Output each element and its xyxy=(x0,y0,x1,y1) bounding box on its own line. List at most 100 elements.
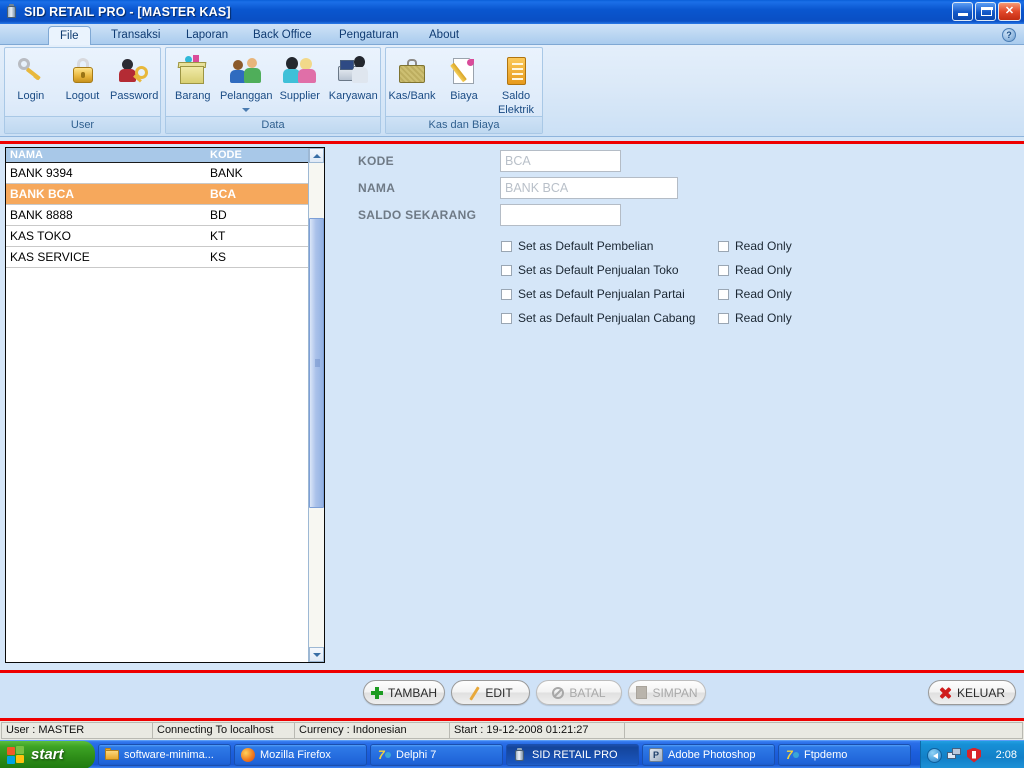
app-icon xyxy=(4,4,20,20)
nama-field[interactable]: BANK BCA xyxy=(500,177,678,199)
tambah-button-label: TAMBAH xyxy=(387,685,438,700)
checkbox-label-readonly-penjualan-cabang: Read Only xyxy=(735,311,792,325)
checkbox-label-default-pembelian: Set as Default Pembelian xyxy=(518,239,654,253)
tambah-button[interactable]: TAMBAH xyxy=(363,680,445,705)
batal-button-label: BATAL xyxy=(569,685,606,700)
restore-button[interactable] xyxy=(975,2,996,21)
label-kode: KODE xyxy=(358,154,394,168)
checkbox-readonly-penjualan-toko[interactable] xyxy=(718,264,729,276)
security-shield-icon[interactable] xyxy=(967,747,981,763)
taskbar-item-software-minima[interactable]: software-minima... xyxy=(98,743,231,766)
keluar-button[interactable]: KELUAR xyxy=(928,680,1016,705)
app-icon xyxy=(513,747,527,762)
tab-back-office[interactable]: Back Office xyxy=(242,26,323,45)
column-header-nama[interactable]: NAMA xyxy=(6,148,206,162)
chevron-down-icon xyxy=(312,652,321,657)
taskbar-clock[interactable]: 2:08 xyxy=(996,749,1017,761)
table-row[interactable]: BANK BCA BCA xyxy=(6,184,324,205)
saldo-sekarang-field[interactable] xyxy=(500,204,621,226)
list-scrollbar[interactable] xyxy=(308,148,324,662)
kode-field[interactable]: BCA xyxy=(500,150,621,172)
minimize-button[interactable] xyxy=(952,2,973,21)
column-header-kode[interactable]: KODE xyxy=(206,148,309,162)
batal-button[interactable]: BATAL xyxy=(536,680,622,705)
checkbox-row-default-pembelian: Set as Default Pembelian xyxy=(501,239,653,253)
taskbar-item-delphi-7[interactable]: 7 Delphi 7 xyxy=(370,743,503,766)
employee-icon xyxy=(327,53,381,89)
taskbar-item-adobe-photoshop[interactable]: P Adobe Photoshop xyxy=(642,743,775,766)
help-icon[interactable]: ? xyxy=(1002,28,1016,42)
ribbon-button-biaya[interactable]: Biaya xyxy=(438,50,490,103)
scrollbar-thumb[interactable] xyxy=(309,218,324,508)
checkbox-default-penjualan-partai[interactable] xyxy=(501,288,512,300)
status-user: User : MASTER xyxy=(1,722,153,739)
checkbox-default-penjualan-toko[interactable] xyxy=(501,264,512,276)
scroll-down-button[interactable] xyxy=(309,647,324,662)
simpan-button[interactable]: SIMPAN xyxy=(628,680,706,705)
ribbon-group-title-kas-dan-biaya: Kas dan Biaya xyxy=(386,116,542,133)
ribbon-toolbar: Login Logout Password User Barang Pelang… xyxy=(0,45,1024,137)
table-row[interactable]: BANK 8888 BD xyxy=(6,205,324,226)
tab-pengaturan[interactable]: Pengaturan xyxy=(328,26,409,45)
cell-kode: BCA xyxy=(210,187,236,201)
tab-transaksi[interactable]: Transaksi xyxy=(100,26,171,45)
ribbon-button-password[interactable]: Password xyxy=(108,50,160,103)
status-start: Start : 19-12-2008 01:21:27 xyxy=(450,722,625,739)
divider-top xyxy=(0,141,1024,144)
table-row[interactable]: KAS SERVICE KS xyxy=(6,247,324,268)
ribbon-label-saldo-elektrik-line2: Elektrik xyxy=(497,103,535,116)
ribbon-button-login[interactable]: Login xyxy=(5,50,57,103)
checkbox-row-readonly-2: Read Only xyxy=(718,263,792,277)
checkbox-label-default-penjualan-partai: Set as Default Penjualan Partai xyxy=(518,287,685,301)
cell-nama: KAS TOKO xyxy=(10,229,71,243)
ribbon-button-logout[interactable]: Logout xyxy=(57,50,109,103)
checkbox-row-default-penjualan-toko: Set as Default Penjualan Toko xyxy=(501,263,679,277)
checkbox-row-readonly-1: Read Only xyxy=(718,239,792,253)
checkbox-readonly-penjualan-partai[interactable] xyxy=(718,288,729,300)
ribbon-button-pelanggan[interactable]: Pelanggan xyxy=(220,50,274,112)
network-icon[interactable] xyxy=(947,748,962,762)
taskbar-item-sid-retail-pro[interactable]: SID RETAIL PRO xyxy=(506,743,639,766)
ribbon-button-kas-bank[interactable]: Kas/Bank xyxy=(386,50,438,103)
checkbox-default-penjualan-cabang[interactable] xyxy=(501,312,512,324)
box-icon xyxy=(166,53,220,89)
photoshop-icon: P xyxy=(649,747,663,762)
table-row[interactable]: KAS TOKO KT xyxy=(6,226,324,247)
scroll-up-button[interactable] xyxy=(309,148,324,163)
cell-kode: KS xyxy=(210,250,227,264)
status-bar: User : MASTER Connecting To localhost Cu… xyxy=(0,721,1024,740)
kas-list: NAMA KODE BANK 9394 BANK BANK BCA BCA BA… xyxy=(5,147,325,663)
red-x-icon xyxy=(939,686,952,699)
checkbox-readonly-penjualan-cabang[interactable] xyxy=(718,312,729,324)
cell-nama: BANK 8888 xyxy=(10,208,73,222)
taskbar-label-adobe-photoshop: Adobe Photoshop xyxy=(668,748,756,761)
checkbox-label-readonly-penjualan-toko: Read Only xyxy=(735,263,792,277)
tab-about[interactable]: About xyxy=(418,26,470,45)
checkbox-default-pembelian[interactable] xyxy=(501,240,512,252)
start-button-label: start xyxy=(31,746,64,763)
cell-nama: BANK 9394 xyxy=(10,166,73,180)
edit-button[interactable]: EDIT xyxy=(451,680,530,705)
taskbar-label-ftpdemo: Ftpdemo xyxy=(804,748,848,761)
chevron-down-icon[interactable] xyxy=(242,107,251,112)
label-saldo-sekarang: SALDO SEKARANG xyxy=(358,208,477,222)
taskbar-item-mozilla-firefox[interactable]: Mozilla Firefox xyxy=(234,743,367,766)
taskbar-label-software-minima: software-minima... xyxy=(124,748,214,761)
table-row[interactable]: BANK 9394 BANK xyxy=(6,163,324,184)
ribbon-button-barang[interactable]: Barang xyxy=(166,50,220,103)
edit-button-label: EDIT xyxy=(485,685,513,700)
taskbar-item-ftpdemo[interactable]: 7 Ftpdemo xyxy=(778,743,911,766)
label-nama: NAMA xyxy=(358,181,396,195)
ribbon-button-karyawan[interactable]: Karyawan xyxy=(327,50,381,103)
show-hidden-icons-icon[interactable] xyxy=(927,747,942,763)
ribbon-button-supplier[interactable]: Supplier xyxy=(273,50,327,103)
tab-file[interactable]: File xyxy=(48,26,91,46)
simpan-button-label: SIMPAN xyxy=(652,685,698,700)
ribbon-button-saldo-elektrik[interactable]: Saldo Elektrik xyxy=(490,50,542,116)
close-button[interactable]: ✕ xyxy=(998,2,1021,21)
delphi-icon: 7 xyxy=(377,748,391,762)
tab-laporan[interactable]: Laporan xyxy=(175,26,239,45)
start-button[interactable]: start xyxy=(0,740,95,768)
checkbox-readonly-pembelian[interactable] xyxy=(718,240,729,252)
cell-kode: KT xyxy=(210,229,226,243)
